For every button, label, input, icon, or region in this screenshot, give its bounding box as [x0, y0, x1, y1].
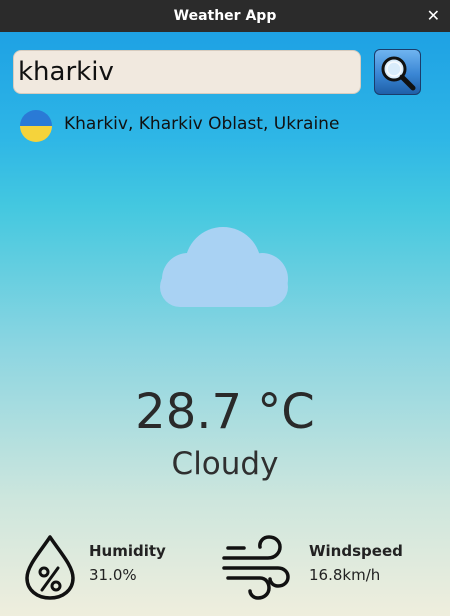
temperature-value: 28.7 °C [135, 384, 315, 440]
humidity-label: Humidity [89, 542, 166, 560]
search-input[interactable] [13, 50, 361, 94]
country-flag-icon [20, 110, 52, 142]
search-button[interactable] [374, 49, 421, 95]
cloud-icon [160, 227, 288, 307]
wind-icon [222, 535, 290, 600]
main-content: Kharkiv, Kharkiv Oblast, Ukraine 28.7 °C… [0, 32, 450, 616]
location-name: Kharkiv, Kharkiv Oblast, Ukraine [64, 114, 340, 134]
humidity-drop-icon [25, 535, 75, 600]
humidity-value: 31.0% [89, 566, 137, 584]
title-bar: Weather App ✕ [0, 0, 450, 32]
windspeed-label: Windspeed [309, 542, 403, 560]
magnifier-icon [381, 56, 416, 91]
close-icon[interactable]: ✕ [427, 0, 440, 32]
window-title: Weather App [173, 8, 277, 24]
weather-condition: Cloudy [171, 446, 279, 482]
app-window: Weather App ✕ Kharkiv, Kharkiv Oblast, U… [0, 0, 450, 616]
windspeed-value: 16.8km/h [309, 566, 381, 584]
